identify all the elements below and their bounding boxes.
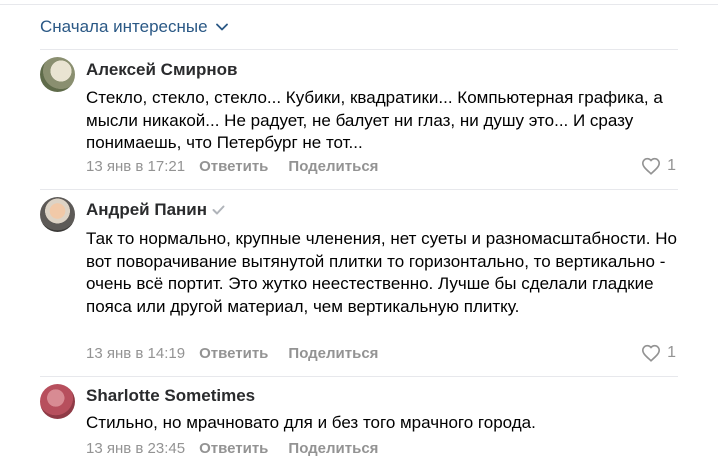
like-button[interactable]: 1 [641, 344, 676, 362]
comment-date[interactable]: 13 янв в 23:45 [86, 440, 185, 457]
avatar[interactable] [40, 57, 75, 92]
sort-dropdown[interactable]: Сначала интересные [40, 17, 228, 37]
comment-text: Стильно, но мрачновато для и без того мр… [86, 413, 536, 432]
avatar[interactable] [40, 197, 75, 232]
comment-date[interactable]: 13 янв в 17:21 [86, 158, 185, 175]
share-button[interactable]: Поделиться [288, 345, 378, 362]
comment-author[interactable]: Андрей Панин [86, 200, 225, 220]
comment-meta: 13 янв в 23:45 Ответить Поделиться [86, 440, 398, 457]
checkmark-icon [212, 205, 225, 215]
share-button[interactable]: Поделиться [288, 158, 378, 175]
comment-meta: 13 янв в 14:19 Ответить Поделиться [86, 345, 398, 362]
share-button[interactable]: Поделиться [288, 440, 378, 457]
heart-icon [642, 157, 661, 175]
divider [40, 49, 678, 50]
sort-label: Сначала интересные [40, 17, 208, 36]
divider [40, 376, 678, 377]
comment-text: Так то нормально, крупные членения, нет … [86, 229, 677, 316]
heart-icon [642, 344, 661, 362]
author-name[interactable]: Sharlotte Sometimes [86, 386, 255, 406]
comment-author[interactable]: Алексей Смирнов [86, 60, 237, 80]
reply-button[interactable]: Ответить [199, 158, 268, 175]
like-count: 1 [667, 344, 676, 361]
comment-meta: 13 янв в 17:21 Ответить Поделиться [86, 158, 398, 175]
comment-text: Стекло, стекло, стекло... Кубики, квадра… [86, 88, 663, 152]
chevron-down-icon [215, 23, 228, 31]
top-divider [0, 4, 718, 5]
author-name[interactable]: Алексей Смирнов [86, 60, 237, 80]
author-name[interactable]: Андрей Панин [86, 200, 207, 220]
comment-author[interactable]: Sharlotte Sometimes [86, 386, 255, 406]
like-button[interactable]: 1 [641, 157, 676, 175]
reply-button[interactable]: Ответить [199, 345, 268, 362]
like-count: 1 [667, 157, 676, 174]
avatar[interactable] [40, 384, 75, 419]
comment-date[interactable]: 13 янв в 14:19 [86, 345, 185, 362]
reply-button[interactable]: Ответить [199, 440, 268, 457]
divider [40, 189, 678, 190]
